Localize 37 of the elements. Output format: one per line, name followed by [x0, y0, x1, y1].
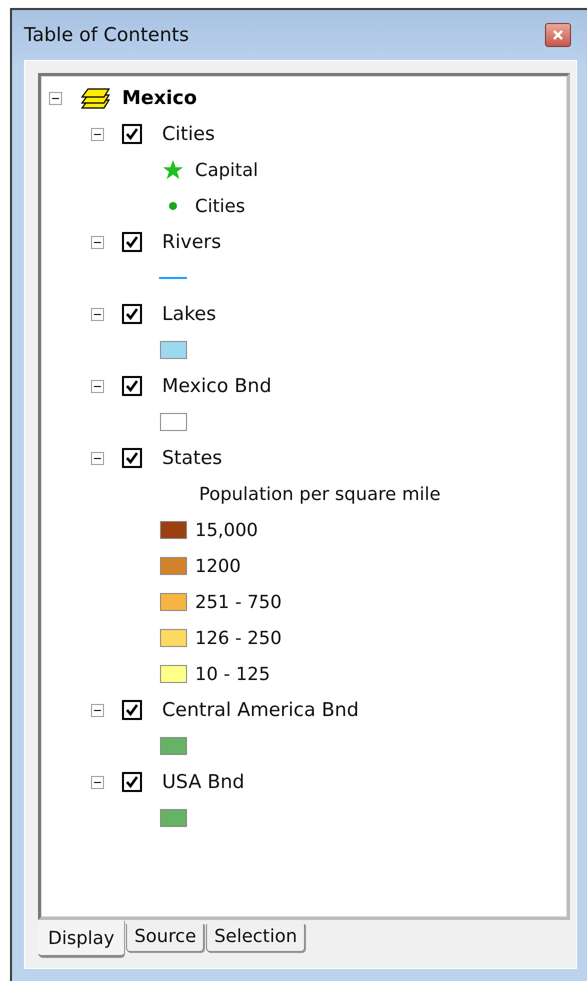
- collapse-toggle-icon[interactable]: [91, 236, 104, 248]
- layer-checkbox[interactable]: [122, 304, 142, 324]
- window-title: Table of Contents: [24, 24, 189, 46]
- legend-label: 1200: [195, 556, 241, 576]
- legend-label: 126 - 250: [195, 628, 282, 648]
- collapse-toggle-icon[interactable]: [91, 704, 104, 716]
- layer-name[interactable]: Cities: [162, 123, 215, 145]
- layer-checkbox[interactable]: [122, 376, 142, 396]
- layer-checkbox[interactable]: [122, 700, 142, 720]
- collapse-toggle-icon[interactable]: [91, 452, 104, 464]
- layer-checkbox[interactable]: [122, 124, 142, 144]
- legend-label: 15,000: [195, 520, 258, 540]
- layer-name[interactable]: Mexico Bnd: [162, 375, 272, 397]
- layer-checkbox[interactable]: [122, 232, 142, 252]
- layer-name[interactable]: Rivers: [162, 231, 222, 253]
- legend-label: Capital: [195, 160, 258, 180]
- collapse-toggle-icon[interactable]: [91, 776, 104, 788]
- tab[interactable]: Selection: [206, 924, 306, 952]
- collapse-toggle-icon[interactable]: [91, 380, 104, 392]
- close-button[interactable]: [545, 23, 571, 47]
- collapse-toggle-icon[interactable]: [49, 92, 62, 104]
- legend-label: 10 - 125: [195, 664, 270, 684]
- collapse-toggle-icon[interactable]: [91, 308, 104, 320]
- layer-name[interactable]: Central America Bnd: [162, 699, 359, 721]
- legend-label: Population per square mile: [199, 484, 441, 504]
- tab[interactable]: Source: [126, 924, 204, 952]
- legend-label: 251 - 750: [195, 592, 282, 612]
- layer-name[interactable]: USA Bnd: [162, 771, 244, 793]
- group-layer-name[interactable]: Mexico: [122, 87, 197, 109]
- layer-name[interactable]: Lakes: [162, 303, 216, 325]
- legend-label: Cities: [195, 196, 246, 216]
- layer-checkbox[interactable]: [122, 448, 142, 468]
- close-icon: [551, 28, 565, 42]
- tab[interactable]: Display: [38, 920, 124, 957]
- collapse-toggle-icon[interactable]: [91, 128, 104, 140]
- layer-checkbox[interactable]: [122, 772, 142, 792]
- layer-name[interactable]: States: [162, 447, 222, 469]
